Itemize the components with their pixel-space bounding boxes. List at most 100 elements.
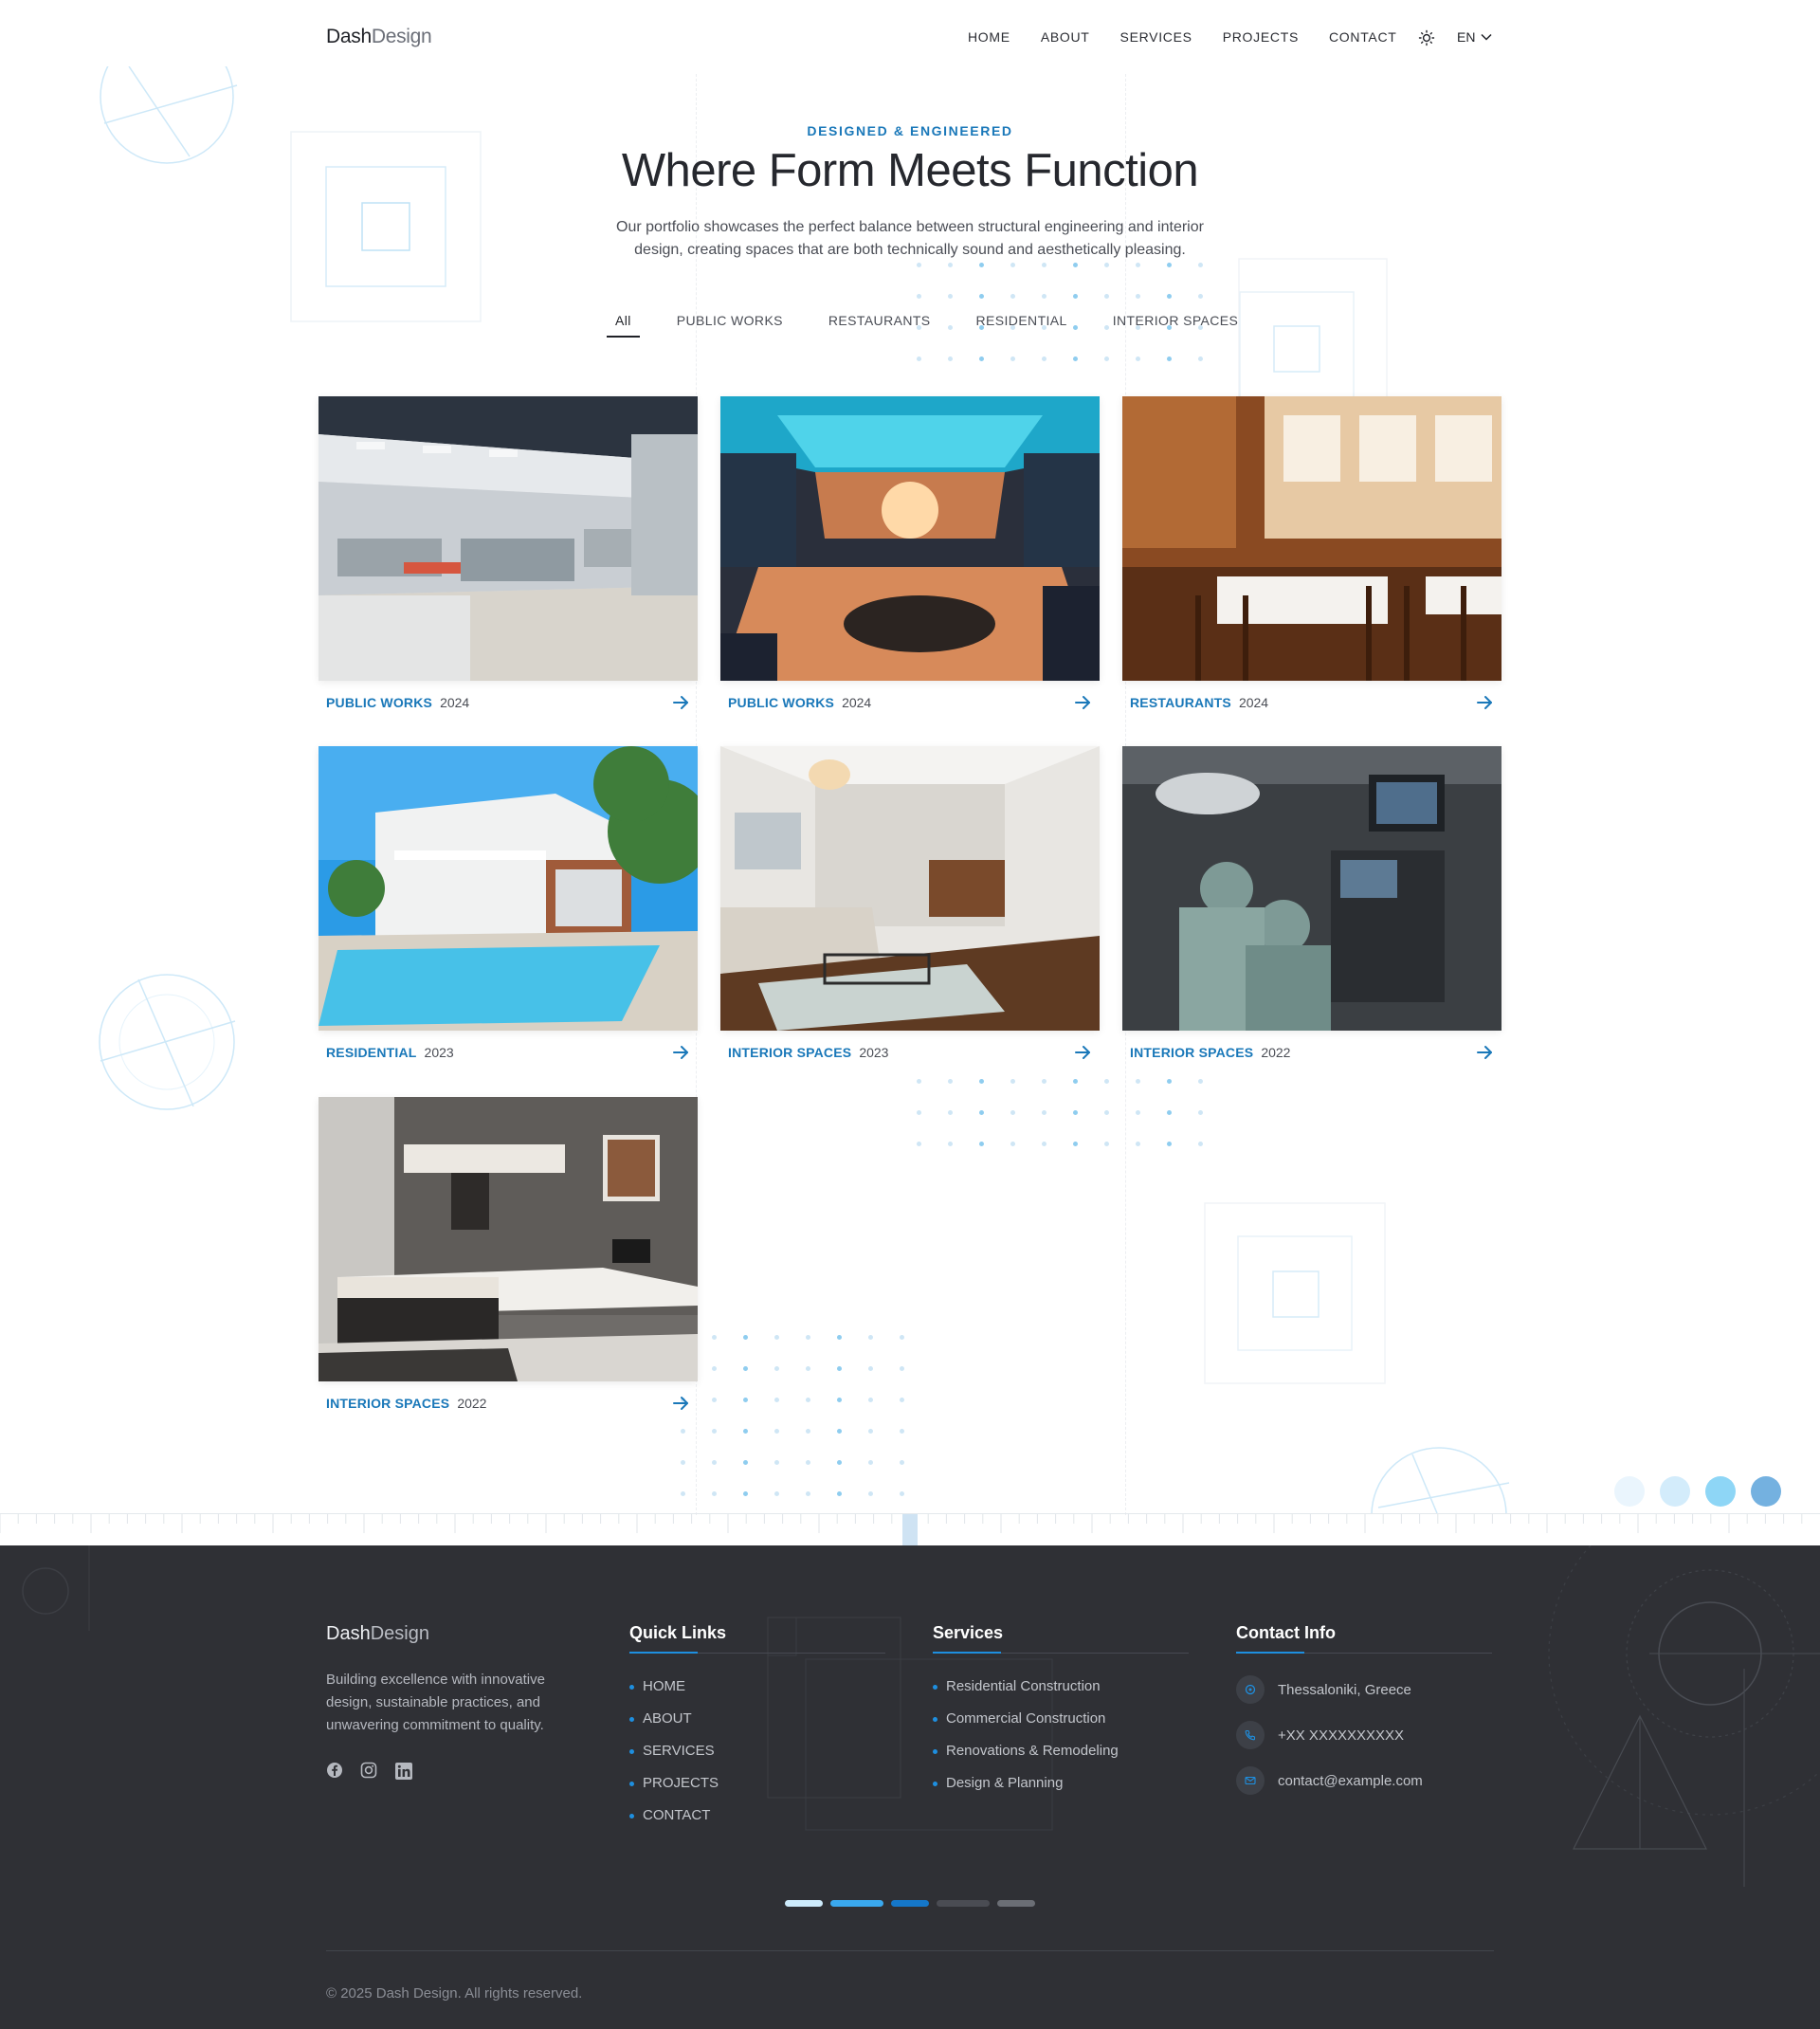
arrow-right-icon[interactable] — [671, 1394, 690, 1413]
project-meta: RESIDENTIAL 2023 — [318, 1031, 698, 1074]
chevron-down-icon — [1481, 33, 1492, 41]
project-category: INTERIOR SPACES — [1130, 1045, 1254, 1060]
social-links — [326, 1762, 413, 1781]
project-card[interactable]: RESIDENTIAL 2023 — [318, 746, 698, 1074]
project-card[interactable]: RESTAURANTS 2024 — [1122, 396, 1502, 724]
footer-link-home[interactable]: HOME — [629, 1678, 885, 1694]
nav-about[interactable]: ABOUT — [1041, 29, 1090, 45]
filter-residential[interactable]: RESIDENTIAL — [968, 309, 1076, 338]
nav-services[interactable]: SERVICES — [1120, 29, 1192, 45]
footer-about: Building excellence with innovative desi… — [326, 1669, 582, 1737]
arrow-right-icon[interactable] — [671, 693, 690, 712]
project-year: 2024 — [440, 695, 470, 710]
about-line: design, sustainable practices, and — [326, 1694, 540, 1710]
filter-public-works[interactable]: PUBLIC WORKS — [668, 309, 792, 338]
project-category: PUBLIC WORKS — [326, 695, 433, 710]
footer-link-about[interactable]: ABOUT — [629, 1710, 885, 1727]
arrow-right-icon[interactable] — [1073, 693, 1092, 712]
service-residential[interactable]: Residential Construction — [933, 1678, 1189, 1694]
project-image-restaurant[interactable] — [1122, 396, 1502, 681]
footer-pager — [785, 1900, 1035, 1907]
subtitle-line: Our portfolio showcases the perfect bala… — [616, 219, 1204, 235]
project-meta: INTERIOR SPACES 2022 — [1122, 1031, 1502, 1074]
project-image-mall[interactable] — [720, 396, 1100, 681]
sun-icon[interactable] — [1418, 29, 1435, 46]
project-card[interactable]: PUBLIC WORKS 2024 — [720, 396, 1100, 724]
project-image-bedroom[interactable] — [318, 1097, 698, 1381]
project-meta: PUBLIC WORKS 2024 — [720, 681, 1100, 724]
language-selector[interactable]: EN — [1457, 29, 1492, 45]
location-text: Thessaloniki, Greece — [1278, 1681, 1411, 1698]
site-logo[interactable]: DashDesign — [326, 26, 432, 48]
facebook-icon[interactable] — [326, 1762, 343, 1779]
pager-dot[interactable] — [891, 1900, 929, 1907]
arrow-right-icon[interactable] — [671, 1043, 690, 1062]
project-meta: INTERIOR SPACES 2022 — [318, 1381, 698, 1425]
pager-dot[interactable] — [937, 1900, 990, 1907]
arrow-right-icon[interactable] — [1475, 1043, 1494, 1062]
service-renovations[interactable]: Renovations & Remodeling — [933, 1743, 1189, 1759]
swatch — [1705, 1476, 1736, 1507]
nav-contact[interactable]: CONTACT — [1329, 29, 1397, 45]
arrow-right-icon[interactable] — [1475, 693, 1494, 712]
nav-projects[interactable]: PROJECTS — [1223, 29, 1299, 45]
filter-all[interactable]: All — [607, 309, 640, 338]
project-image-living-room[interactable] — [720, 746, 1100, 1031]
blueprint-circle-icon — [99, 974, 236, 1110]
pager-dot[interactable] — [785, 1900, 823, 1907]
section-eyebrow: DESIGNED & ENGINEERED — [807, 123, 1013, 138]
project-year: 2024 — [1238, 695, 1269, 710]
swatch — [1614, 1476, 1645, 1507]
copyright-text: © 2025 Dash Design. All rights reserved. — [326, 1985, 583, 2002]
footer-services: Services Residential Construction Commer… — [933, 1623, 1189, 1807]
arrow-right-icon[interactable] — [1073, 1043, 1092, 1062]
phone-text: +XX XXXXXXXXXX — [1278, 1727, 1404, 1744]
project-image-operating-room[interactable] — [1122, 746, 1502, 1031]
service-commercial[interactable]: Commercial Construction — [933, 1710, 1189, 1727]
project-year: 2022 — [1261, 1045, 1291, 1060]
footer-link-projects[interactable]: PROJECTS — [629, 1775, 885, 1791]
project-year: 2022 — [457, 1396, 487, 1411]
project-category: INTERIOR SPACES — [326, 1396, 450, 1411]
project-card[interactable]: INTERIOR SPACES 2022 — [1122, 746, 1502, 1074]
email-text: contact@example.com — [1278, 1772, 1423, 1789]
footer-link-contact[interactable]: CONTACT — [629, 1807, 885, 1823]
site-footer: DashDesign Building excellence with inno… — [0, 1545, 1820, 2029]
footer-link-services[interactable]: SERVICES — [629, 1743, 885, 1759]
project-card[interactable]: INTERIOR SPACES 2023 — [720, 746, 1100, 1074]
filter-interior-spaces[interactable]: INTERIOR SPACES — [1104, 309, 1247, 338]
nav-home[interactable]: HOME — [968, 29, 1010, 45]
pager-dot[interactable] — [997, 1900, 1035, 1907]
swatch — [1660, 1476, 1690, 1507]
footer-logo[interactable]: DashDesign — [326, 1623, 429, 1645]
instagram-icon[interactable] — [360, 1762, 377, 1779]
filter-restaurants[interactable]: RESTAURANTS — [820, 309, 939, 338]
page-title: Where Form Meets Function — [621, 145, 1199, 196]
blueprint-circle-icon — [1371, 1447, 1510, 1513]
logo-bold: Dash — [326, 26, 372, 47]
project-image-pool-house[interactable] — [318, 746, 698, 1031]
site-header: DashDesign HOME ABOUT SERVICES PROJECTS … — [0, 0, 1820, 76]
pager-dot[interactable] — [830, 1900, 883, 1907]
subtitle-line: design, creating spaces that are both te… — [634, 242, 1186, 258]
color-swatches — [1614, 1476, 1781, 1507]
services-heading: Services — [933, 1623, 1189, 1654]
contact-email[interactable]: contact@example.com — [1236, 1758, 1492, 1803]
ruler-ticks — [0, 1514, 1803, 1546]
language-label: EN — [1457, 29, 1476, 45]
contact-phone[interactable]: +XX XXXXXXXXXX — [1236, 1712, 1492, 1758]
project-category: RESIDENTIAL — [326, 1045, 417, 1060]
project-year: 2024 — [842, 695, 872, 710]
project-meta: PUBLIC WORKS 2024 — [318, 681, 698, 724]
logo-light: Design — [370, 1623, 429, 1644]
service-design[interactable]: Design & Planning — [933, 1775, 1189, 1791]
project-image-office[interactable] — [318, 396, 698, 681]
project-card[interactable]: INTERIOR SPACES 2022 — [318, 1097, 698, 1425]
project-year: 2023 — [859, 1045, 889, 1060]
footer-quick-links: Quick Links HOME ABOUT SERVICES PROJECTS… — [629, 1623, 885, 1839]
ruler-divider — [0, 1513, 1820, 1546]
linkedin-icon[interactable] — [394, 1762, 413, 1781]
project-card[interactable]: PUBLIC WORKS 2024 — [318, 396, 698, 724]
blueprint-squares-icon — [1204, 1202, 1386, 1384]
location-pin-icon — [1236, 1675, 1265, 1704]
